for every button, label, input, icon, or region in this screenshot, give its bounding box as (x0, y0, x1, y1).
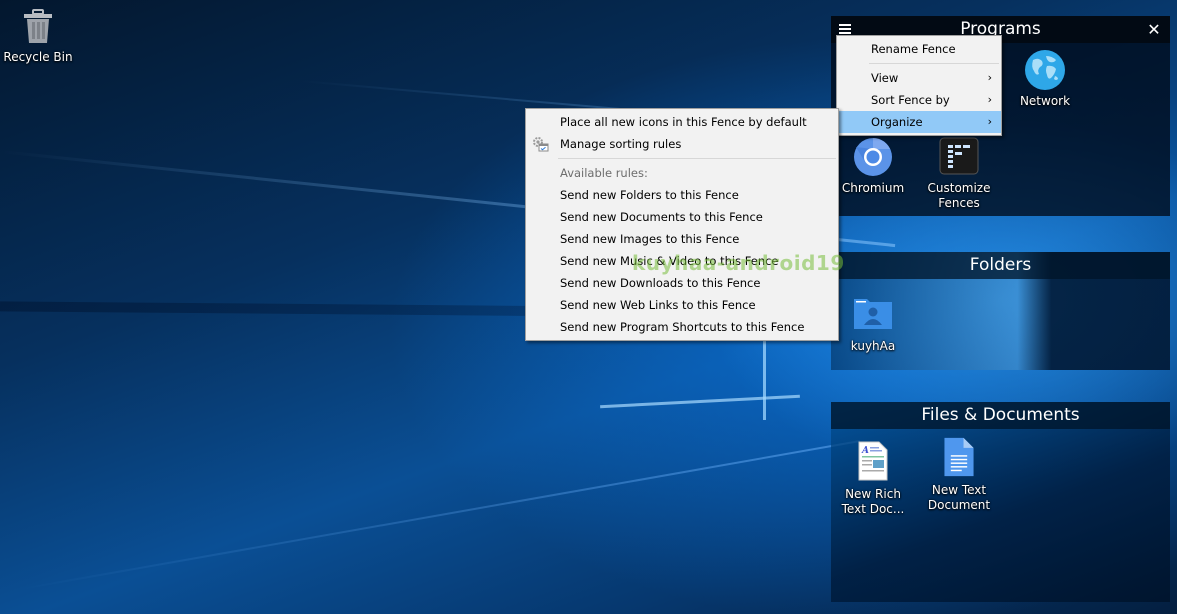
menu-item-rule-images[interactable]: Send new Images to this Fence (526, 228, 838, 250)
svg-text:A: A (861, 446, 869, 456)
fence-title: Folders (969, 255, 1032, 275)
fence-header[interactable]: Files & Documents (831, 402, 1170, 429)
user-folder-icon (854, 299, 892, 329)
fence-header[interactable]: Folders (831, 252, 1170, 279)
menu-item-label: Rename Fence (871, 42, 956, 56)
menu-item-rename-fence[interactable]: Rename Fence (837, 38, 1001, 60)
fence-item-chromium[interactable]: Chromium (833, 137, 913, 196)
menu-item-label: Organize (871, 115, 923, 129)
fence-item-label: kuyhAa (850, 339, 896, 353)
menu-item-sort-fence-by[interactable]: Sort Fence by › (837, 89, 1001, 111)
menu-item-label: Sort Fence by (871, 93, 950, 107)
fence-item-label-line2: Text Doc... (841, 502, 905, 516)
fence-files-documents[interactable]: Files & Documents A New Rich Text Doc... (831, 402, 1170, 602)
menu-section-header-available-rules: Available rules: (526, 162, 838, 184)
menu-separator (869, 63, 999, 64)
fence-item-network[interactable]: Network (1005, 50, 1085, 109)
menu-item-rule-music-video[interactable]: Send new Music & Video to this Fence (526, 250, 838, 272)
rich-text-document-icon: A (858, 441, 888, 481)
menu-item-label: Send new Downloads to this Fence (560, 276, 761, 290)
text-document-icon (944, 437, 974, 477)
menu-item-label: Send new Web Links to this Fence (560, 298, 756, 312)
menu-item-rule-documents[interactable]: Send new Documents to this Fence (526, 206, 838, 228)
menu-item-place-all-new-icons[interactable]: Place all new icons in this Fence by def… (526, 111, 838, 133)
fence-item-label-line1: New Text (931, 483, 987, 497)
fence-context-menu: Rename Fence View › Sort Fence by › Orga… (836, 35, 1002, 136)
fence-item-label-line2: Document (927, 498, 991, 512)
fence-item-label: Chromium (841, 181, 905, 195)
recycle-bin-icon (24, 9, 52, 43)
menu-item-label: Send new Program Shortcuts to this Fence (560, 320, 805, 334)
menu-item-label: View (871, 71, 899, 85)
menu-item-rule-downloads[interactable]: Send new Downloads to this Fence (526, 272, 838, 294)
fence-item-label-line1: New Rich (845, 487, 901, 501)
menu-item-manage-sorting-rules[interactable]: Manage sorting rules (526, 133, 838, 155)
fence-item-new-text-document[interactable]: New Text Document (919, 437, 999, 513)
organize-submenu: Place all new icons in this Fence by def… (525, 108, 839, 341)
chevron-right-icon: › (987, 115, 992, 128)
menu-item-rule-web-links[interactable]: Send new Web Links to this Fence (526, 294, 838, 316)
fence-item-label-line1: Customize (927, 181, 991, 195)
menu-item-rule-program-shortcuts[interactable]: Send new Program Shortcuts to this Fence (526, 316, 838, 338)
fence-item-new-rich-text-doc[interactable]: A New Rich Text Doc... (833, 441, 913, 517)
fences-app-icon (939, 137, 979, 175)
network-globe-icon (1025, 50, 1065, 90)
wallpaper-window-edge (600, 394, 800, 409)
fence-folders[interactable]: Folders kuyhAa (831, 252, 1170, 370)
fence-item-kuyhaa[interactable]: kuyhAa (833, 293, 913, 354)
menu-item-view[interactable]: View › (837, 67, 1001, 89)
menu-item-label: Send new Music & Video to this Fence (560, 254, 779, 268)
menu-item-label: Place all new icons in this Fence by def… (560, 115, 807, 129)
menu-section-label: Available rules: (560, 166, 648, 180)
hamburger-icon[interactable] (839, 24, 851, 34)
chevron-right-icon: › (987, 93, 992, 106)
desktop-icon-recycle-bin[interactable]: Recycle Bin (0, 8, 76, 65)
chromium-icon (854, 138, 892, 176)
desktop-icon-label: Recycle Bin (3, 50, 73, 64)
manage-rules-icon (533, 137, 549, 152)
chevron-right-icon: › (987, 71, 992, 84)
menu-item-label: Send new Images to this Fence (560, 232, 740, 246)
fence-item-label-line2: Fences (938, 196, 980, 210)
menu-item-organize[interactable]: Organize › (837, 111, 1001, 133)
wallpaper-window-edge (763, 330, 766, 420)
fence-item-label: Network (1019, 94, 1071, 108)
fence-title: Files & Documents (921, 405, 1080, 425)
menu-item-label: Send new Documents to this Fence (560, 210, 763, 224)
menu-item-label: Manage sorting rules (560, 137, 682, 151)
menu-item-label: Send new Folders to this Fence (560, 188, 739, 202)
menu-separator (558, 158, 836, 159)
menu-item-rule-folders[interactable]: Send new Folders to this Fence (526, 184, 838, 206)
fence-item-customize-fences[interactable]: Customize Fences (919, 137, 999, 211)
close-icon[interactable]: ✕ (1144, 16, 1164, 43)
wallpaper-light-beam (12, 440, 861, 592)
